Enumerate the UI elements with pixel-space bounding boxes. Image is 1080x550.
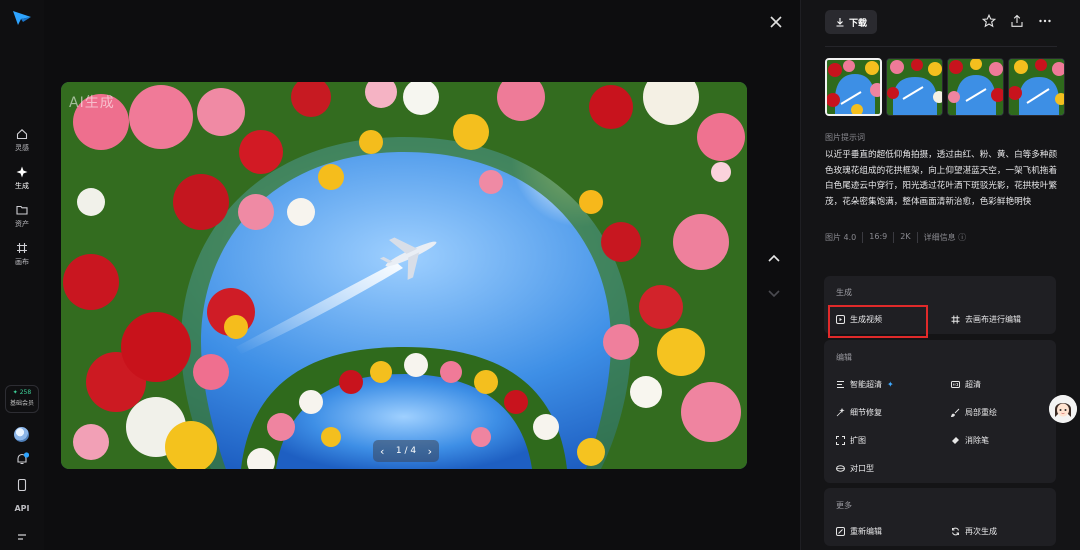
nav-canvas[interactable]: 画布 (0, 242, 44, 267)
refresh-icon (952, 527, 959, 536)
expand-button[interactable]: 扩图 (836, 435, 866, 446)
nav-assets[interactable]: 资产 (0, 204, 44, 229)
eraser-icon (952, 437, 959, 444)
close-icon[interactable] (768, 14, 784, 30)
thumbnail-1[interactable] (825, 58, 882, 116)
left-rail: 灵感 生成 资产 画布 ✦ 258 基础会员 API (0, 0, 44, 550)
edit-title: 编辑 (836, 353, 852, 362)
thumbnail-2[interactable] (886, 58, 943, 116)
meta-ratio: 16:9 (863, 232, 895, 243)
smart-hd-button[interactable]: 智能超清 ✦ (836, 379, 894, 390)
wand-icon (836, 408, 845, 417)
reedit-button[interactable]: 重新编辑 (836, 526, 882, 537)
hd-button[interactable]: 超清 (951, 379, 981, 390)
chevron-down-icon[interactable] (766, 286, 782, 302)
sparkle-icon (16, 166, 28, 178)
open-canvas-label: 去画布进行编辑 (965, 315, 1021, 324)
folder-icon (16, 205, 28, 215)
phone-icon[interactable] (15, 478, 29, 492)
reedit-label: 重新编辑 (850, 527, 882, 536)
more-icon[interactable] (1038, 14, 1052, 28)
prompt-title: 图片提示词 (825, 133, 865, 142)
edit-icon (836, 527, 845, 536)
canvas-icon (951, 315, 960, 324)
meta-resolution: 2K (894, 232, 918, 243)
regenerate-label: 再次生成 (965, 527, 997, 536)
detail-fix-button[interactable]: 细节修复 (836, 407, 882, 418)
lips-icon (836, 465, 845, 472)
image-meta: 图片 4.0 16:9 2K 详细信息 ⓘ (825, 232, 972, 243)
member-points: ✦ 258 (12, 389, 32, 396)
generated-image-viewer[interactable]: AI生成 ‹ 1 / 4 › (61, 82, 747, 469)
divider (825, 46, 1057, 47)
generate-title: 生成 (836, 288, 852, 297)
ai-generated-watermark: AI生成 (69, 95, 115, 111)
hd-icon (951, 381, 960, 388)
prompt-text: 以近乎垂直的超低仰角拍摄，透过由红、粉、黄、白等多种颜色玫瑰花组成的花拱框架，向… (825, 150, 1058, 207)
thumbnail-strip (825, 58, 1065, 116)
smart-hd-label: 智能超清 (850, 380, 882, 389)
api-link[interactable]: API (0, 504, 44, 513)
lip-sync-button[interactable]: 对口型 (836, 463, 874, 474)
nav-label: 生成 (15, 182, 29, 190)
app-logo-icon[interactable] (12, 10, 32, 26)
local-redraw-button[interactable]: 局部重绘 (951, 407, 997, 418)
brush-icon (951, 408, 960, 417)
assistant-avatar[interactable] (1049, 395, 1077, 423)
sparkle-icon: ✦ (887, 380, 894, 389)
rose-arch-sky-image (61, 82, 747, 469)
menu-icon[interactable] (15, 530, 29, 544)
eraser-label: 消除笔 (965, 436, 989, 445)
nav-label: 画布 (15, 258, 29, 266)
edit-card: 编辑 智能超清 ✦ 超清 细节修复 局部重绘 扩图 消除笔 对口型 (824, 340, 1056, 483)
member-badge[interactable]: ✦ 258 基础会员 (5, 385, 39, 413)
next-image-button[interactable]: › (428, 445, 432, 458)
expand-icon (836, 436, 845, 445)
more-card: 更多 重新编辑 再次生成 (824, 488, 1056, 546)
star-icon[interactable] (982, 14, 996, 28)
thumbnail-3[interactable] (947, 58, 1004, 116)
image-pager: ‹ 1 / 4 › (373, 440, 439, 462)
chevron-up-icon[interactable] (766, 250, 782, 266)
nav-generate[interactable]: 生成 (0, 166, 44, 191)
eraser-button[interactable]: 消除笔 (951, 435, 989, 446)
pager-text: 1 / 4 (395, 446, 417, 456)
hd-label: 超清 (965, 380, 981, 389)
meta-details-link[interactable]: 详细信息 ⓘ (918, 232, 973, 243)
expand-label: 扩图 (850, 436, 866, 445)
enhance-icon (837, 381, 844, 388)
thumbnail-4[interactable] (1008, 58, 1065, 116)
nav-label: 资产 (15, 220, 29, 228)
download-button[interactable]: 下载 (825, 10, 877, 34)
user-avatar[interactable] (14, 427, 29, 442)
more-title: 更多 (836, 501, 852, 510)
nav-label: 灵感 (15, 144, 29, 152)
download-icon (836, 18, 844, 27)
bell-icon[interactable] (15, 452, 29, 466)
regenerate-button[interactable]: 再次生成 (951, 526, 997, 537)
member-label: 基础会员 (9, 400, 34, 407)
meta-model: 图片 4.0 (825, 232, 864, 243)
local-redraw-label: 局部重绘 (965, 408, 997, 417)
lip-sync-label: 对口型 (850, 464, 874, 473)
highlight-box (828, 305, 928, 338)
canvas-icon (17, 243, 27, 253)
prev-image-button[interactable]: ‹ (380, 445, 384, 458)
share-icon[interactable] (1010, 14, 1024, 28)
detail-fix-label: 细节修复 (850, 408, 882, 417)
nav-inspiration[interactable]: 灵感 (0, 128, 44, 153)
download-label: 下载 (848, 18, 867, 29)
home-icon (16, 129, 28, 140)
open-canvas-button[interactable]: 去画布进行编辑 (951, 314, 1021, 325)
app-root: 灵感 生成 资产 画布 ✦ 258 基础会员 API AI生成 ‹ 1 / 4 … (0, 0, 1080, 550)
